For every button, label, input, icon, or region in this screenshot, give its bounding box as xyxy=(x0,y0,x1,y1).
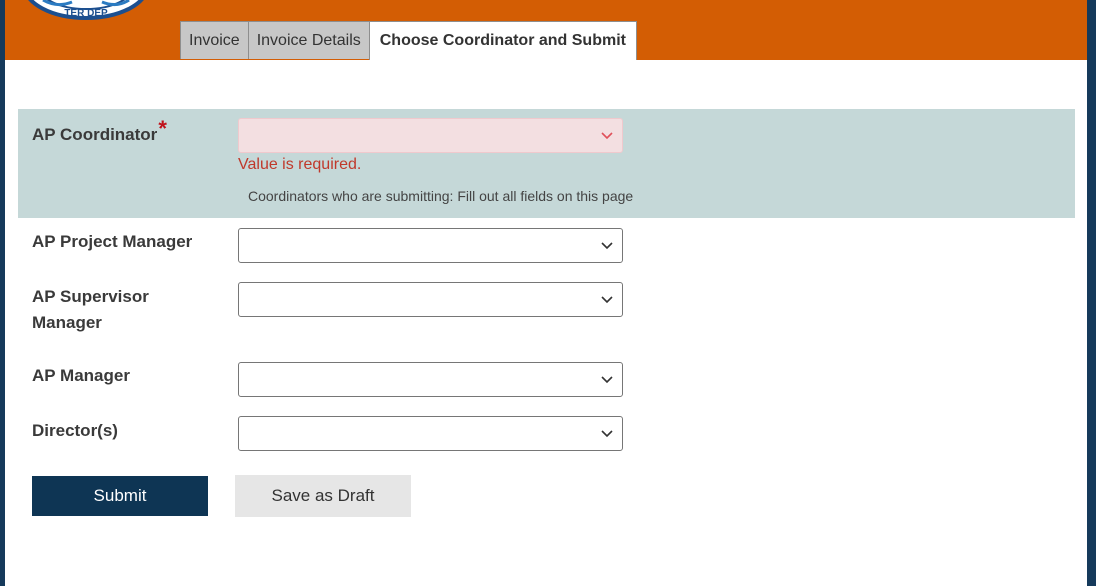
department-seal-logo: TER DEP xyxy=(28,0,144,20)
ap-project-manager-label: AP Project Manager xyxy=(32,232,193,251)
tab-choose-coordinator[interactable]: Choose Coordinator and Submit xyxy=(368,21,637,60)
ap-project-manager-select[interactable] xyxy=(238,228,623,263)
required-marker: * xyxy=(158,116,167,141)
ap-manager-select[interactable] xyxy=(238,362,623,397)
chevron-down-icon xyxy=(601,132,613,140)
directors-select[interactable] xyxy=(238,416,623,451)
svg-text:TER DEP: TER DEP xyxy=(64,8,108,19)
ap-supervisor-manager-select[interactable] xyxy=(238,282,623,317)
chevron-down-icon xyxy=(601,242,613,250)
ap-supervisor-manager-label: AP Supervisor Manager xyxy=(32,287,149,332)
coordinator-hint: Coordinators who are submitting: Fill ou… xyxy=(248,188,634,204)
chevron-down-icon xyxy=(601,296,613,304)
chevron-down-icon xyxy=(601,376,613,384)
tab-invoice[interactable]: Invoice xyxy=(180,21,249,59)
ap-coordinator-error: Value is required. xyxy=(238,156,362,173)
ap-coordinator-select[interactable] xyxy=(238,118,623,153)
save-draft-button[interactable]: Save as Draft xyxy=(235,475,411,517)
app-frame: TER DEP Invoice Invoice Details Choose C… xyxy=(5,0,1087,586)
directors-label: Director(s) xyxy=(32,421,118,440)
chevron-down-icon xyxy=(601,430,613,438)
tab-invoice-details[interactable]: Invoice Details xyxy=(247,21,370,59)
submit-button[interactable]: Submit xyxy=(32,476,208,516)
tab-bar: Invoice Invoice Details Choose Coordinat… xyxy=(180,21,637,60)
ap-manager-label: AP Manager xyxy=(32,366,130,385)
ap-coordinator-label: AP Coordinator* xyxy=(32,116,167,144)
header-bar: TER DEP Invoice Invoice Details Choose C… xyxy=(5,0,1087,60)
